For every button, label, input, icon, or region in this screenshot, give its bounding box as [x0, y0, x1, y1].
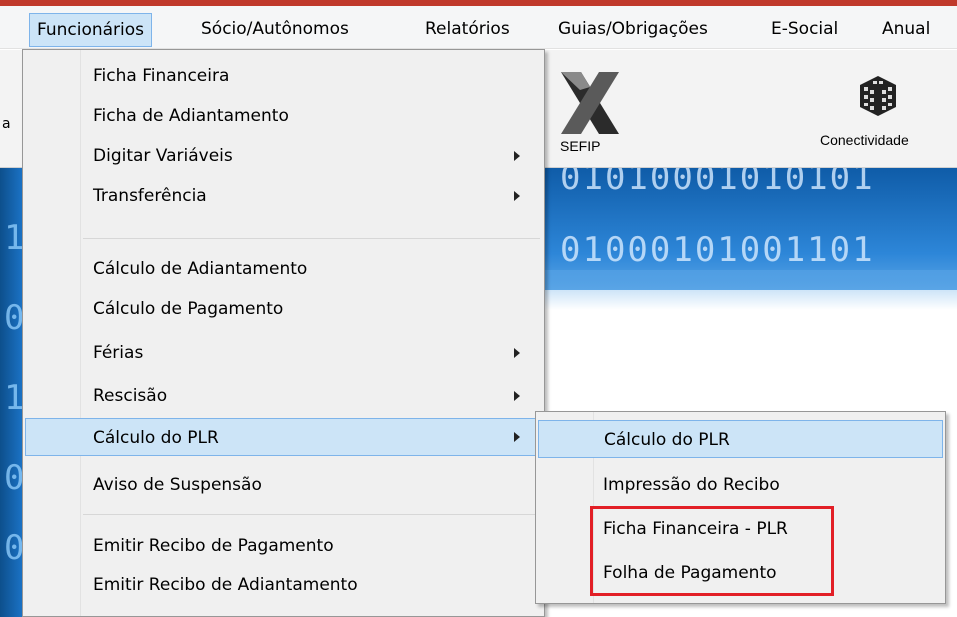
menu-item-label: Férias: [93, 343, 144, 363]
menu-item-label: Aviso de Suspensão: [93, 475, 262, 495]
menu-guias-obrigacoes[interactable]: Guias/Obrigações: [551, 13, 715, 47]
toolbar-partial-label: a: [2, 116, 11, 132]
submenu-item-label: Cálculo do PLR: [604, 430, 730, 450]
menu-item-label: Ficha de Adiantamento: [93, 106, 289, 126]
menu-item-ficha-financeira[interactable]: Ficha Financeira: [25, 57, 542, 95]
menu-bar: Funcionários Sócio/Autônomos Relatórios …: [0, 6, 957, 49]
menu-item-aviso-suspensao[interactable]: Aviso de Suspensão: [25, 466, 542, 504]
submenu-arrow-icon: [514, 391, 520, 401]
sefip-label: SEFIP: [560, 138, 601, 154]
menu-item-label: Transferência: [93, 186, 207, 206]
menu-socio-autonomos[interactable]: Sócio/Autônomos: [194, 13, 356, 47]
conectividade-cube-icon[interactable]: [858, 74, 898, 118]
menu-item-transferencia[interactable]: Transferência: [25, 177, 542, 215]
binary-text-line: 01000101001101: [560, 230, 875, 270]
menu-item-calculo-adiantamento[interactable]: Cálculo de Adiantamento: [25, 250, 542, 288]
menu-item-label: Emitir Recibo de Adiantamento: [93, 575, 358, 595]
menu-item-label: Cálculo de Pagamento: [93, 299, 284, 319]
menu-item-rescisao[interactable]: Rescisão: [25, 377, 542, 415]
menu-item-calculo-pagamento[interactable]: Cálculo de Pagamento: [25, 290, 542, 328]
menu-item-digitar-variaveis[interactable]: Digitar Variáveis: [25, 137, 542, 175]
menu-item-label: Ficha Financeira: [93, 66, 230, 86]
menu-item-label: Cálculo do PLR: [93, 428, 219, 448]
submenu-arrow-icon: [514, 151, 520, 161]
submenu-arrow-icon: [514, 191, 520, 201]
menu-item-ferias[interactable]: Férias: [25, 334, 542, 372]
menu-funcionarios[interactable]: Funcionários: [29, 13, 153, 47]
menu-item-label: Emitir Recibo de Pagamento: [93, 536, 334, 556]
menu-item-label: Digitar Variáveis: [93, 146, 233, 166]
menu-item-label: Rescisão: [93, 386, 168, 406]
menu-relatorios[interactable]: Relatórios: [418, 13, 517, 47]
submenu-item-label: Impressão do Recibo: [603, 475, 780, 495]
conectividade-label: Conectividade: [820, 132, 909, 148]
annotation-highlight-box: [590, 506, 834, 596]
menu-anual[interactable]: Anual: [875, 13, 937, 47]
menu-separator: [83, 514, 540, 515]
funcionarios-dropdown-menu: Ficha Financeira Ficha de Adiantamento D…: [22, 49, 545, 617]
submenu-arrow-icon: [514, 348, 520, 358]
menu-item-calculo-plr[interactable]: Cálculo do PLR: [25, 418, 542, 456]
binary-text-line: 01010001010101: [560, 168, 875, 198]
menu-item-emitir-recibo-pagamento[interactable]: Emitir Recibo de Pagamento: [25, 527, 542, 565]
submenu-item-impressao-recibo[interactable]: Impressão do Recibo: [538, 466, 943, 504]
submenu-arrow-icon: [514, 432, 520, 442]
sefip-x-icon: [561, 72, 619, 134]
menu-item-emitir-recibo-adiantamento[interactable]: Emitir Recibo de Adiantamento: [25, 566, 542, 604]
menu-e-social[interactable]: E-Social: [764, 13, 845, 47]
menu-separator: [83, 238, 540, 239]
menu-item-ficha-adiantamento[interactable]: Ficha de Adiantamento: [25, 97, 542, 135]
background-fade: [540, 270, 957, 310]
submenu-item-calculo-plr[interactable]: Cálculo do PLR: [538, 420, 943, 458]
menu-item-label: Cálculo de Adiantamento: [93, 259, 308, 279]
